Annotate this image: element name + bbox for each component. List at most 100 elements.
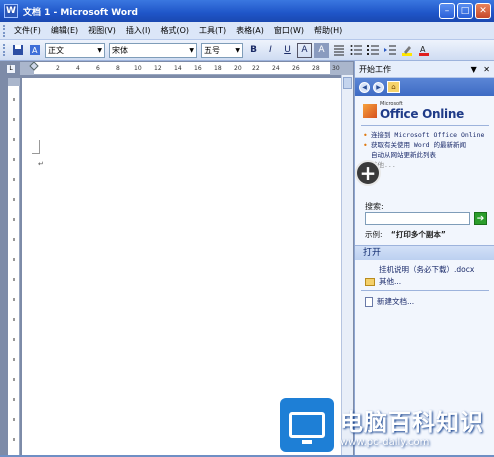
minimize-button[interactable]: – bbox=[439, 3, 455, 19]
example-value: “打印多个副本” bbox=[390, 230, 446, 239]
style-value: 正文 bbox=[48, 45, 64, 55]
vertical-ruler-ticks bbox=[8, 78, 20, 441]
search-label: 搜索: bbox=[365, 202, 384, 211]
menu-bar: 文件(F) 编辑(E) 视图(V) 插入(I) 格式(O) 工具(T) 表格(A… bbox=[0, 22, 494, 40]
styles-pane-icon[interactable]: A bbox=[27, 43, 42, 58]
forward-icon[interactable]: ▶ bbox=[373, 81, 384, 93]
window-title: 文档 1 - Microsoft Word bbox=[23, 7, 138, 18]
ruler-tick: 26 bbox=[292, 65, 300, 72]
underline-button[interactable]: U bbox=[280, 43, 295, 58]
task-pane-header[interactable]: 开始工作 ▼ ✕ bbox=[355, 61, 494, 78]
tab-selector[interactable]: L bbox=[6, 64, 16, 74]
task-pane-nav: ◀ ▶ ⌂ bbox=[355, 78, 494, 96]
back-icon[interactable]: ◀ bbox=[359, 81, 370, 93]
char-border-button[interactable]: A bbox=[297, 42, 312, 58]
search-example: 示例: “打印多个副本” bbox=[365, 229, 446, 240]
maximize-button[interactable]: □ bbox=[457, 3, 473, 19]
watermark-logo bbox=[280, 398, 334, 452]
style-select[interactable]: 正文 ▼ bbox=[45, 42, 105, 58]
link-more[interactable]: 其他... bbox=[371, 161, 489, 170]
menu-view[interactable]: 视图(V) bbox=[83, 25, 121, 36]
numbered-list-icon[interactable] bbox=[348, 43, 363, 58]
ruler-tick: 10 bbox=[134, 65, 142, 72]
align-justify-icon[interactable] bbox=[331, 43, 346, 58]
font-color-icon[interactable]: A bbox=[416, 43, 431, 58]
window-controls: – □ ✕ bbox=[439, 3, 491, 19]
vertical-ruler[interactable] bbox=[8, 78, 20, 455]
folder-icon bbox=[365, 277, 375, 286]
italic-button[interactable]: I bbox=[263, 43, 278, 58]
online-links: • 连接到 Microsoft Office Online • 获取有关使用 W… bbox=[363, 131, 489, 171]
menu-table[interactable]: 表格(A) bbox=[231, 25, 269, 36]
menu-insert[interactable]: 插入(I) bbox=[121, 25, 156, 36]
office-logo-big: Office Online bbox=[380, 107, 464, 121]
link-row[interactable]: • 连接到 Microsoft Office Online bbox=[363, 131, 489, 140]
new-document-icon bbox=[365, 296, 373, 307]
menu-tools[interactable]: 工具(T) bbox=[194, 25, 231, 36]
ruler-tick: 12 bbox=[154, 65, 162, 72]
link-latest-news[interactable]: 获取有关使用 Word 的最新新闻 bbox=[371, 141, 489, 150]
ruler-tick: 22 bbox=[252, 65, 260, 72]
ruler-tick: 2 bbox=[56, 65, 60, 72]
open-section-header: 打开 bbox=[355, 245, 494, 260]
link-auto-update[interactable]: 自动从网站更新此列表 bbox=[371, 151, 489, 160]
word-app-icon: W bbox=[4, 4, 18, 18]
highlight-icon[interactable] bbox=[399, 43, 414, 58]
menu-file[interactable]: 文件(F) bbox=[9, 25, 46, 36]
menu-window[interactable]: 窗口(W) bbox=[269, 25, 309, 36]
bold-button[interactable]: B bbox=[246, 43, 261, 58]
margin-corner-mark bbox=[32, 140, 40, 154]
ruler-tick: 14 bbox=[174, 65, 182, 72]
search-input[interactable] bbox=[365, 212, 470, 225]
ruler-tick: 18 bbox=[214, 65, 222, 72]
scrollbar-thumb[interactable] bbox=[343, 77, 352, 89]
menu-format[interactable]: 格式(O) bbox=[155, 25, 194, 36]
chevron-down-icon: ▼ bbox=[189, 46, 194, 54]
recent-doc-link[interactable]: 挂机说明（务必下载）.docx bbox=[379, 264, 474, 275]
menu-help[interactable]: 帮助(H) bbox=[309, 25, 347, 36]
horizontal-ruler[interactable]: 2 4 6 8 10 12 14 16 18 20 22 24 26 28 30 bbox=[20, 62, 353, 75]
monitor-icon bbox=[289, 412, 325, 444]
menu-edit[interactable]: 编辑(E) bbox=[46, 25, 83, 36]
bullet-icon: • bbox=[363, 131, 368, 140]
ruler-tick: 16 bbox=[194, 65, 202, 72]
ruler-tick: 28 bbox=[312, 65, 320, 72]
svg-text:A: A bbox=[32, 46, 38, 55]
char-shading-button[interactable]: A bbox=[314, 42, 329, 58]
home-icon[interactable]: ⌂ bbox=[387, 81, 400, 93]
font-value: 宋体 bbox=[112, 45, 128, 55]
indent-icon[interactable] bbox=[382, 43, 397, 58]
watermark-text: 电脑百科知识 www.pc-daily.com bbox=[340, 403, 484, 448]
close-icon[interactable]: ✕ bbox=[483, 65, 490, 74]
formatting-toolbar: A 正文 ▼ 宋体 ▼ 五号 ▼ B I U A A A bbox=[0, 40, 494, 61]
bullet-icon: • bbox=[363, 141, 368, 150]
menu-grip-icon[interactable] bbox=[3, 24, 6, 37]
title-bar: W 文档 1 - Microsoft Word – □ ✕ bbox=[0, 0, 494, 22]
close-button[interactable]: ✕ bbox=[475, 3, 491, 19]
new-document-link[interactable]: 新建文档... bbox=[365, 296, 414, 307]
open-other-link[interactable]: 其他... bbox=[365, 276, 401, 287]
office-online-logo[interactable]: Microsoft Office Online bbox=[363, 101, 464, 121]
chevron-down-icon: ▼ bbox=[235, 46, 240, 54]
watermark: 电脑百科知识 www.pc-daily.com bbox=[280, 395, 494, 455]
link-row[interactable]: 自动从网站更新此列表 bbox=[363, 151, 489, 160]
chevron-down-icon[interactable]: ▼ bbox=[471, 65, 477, 74]
svg-text:A: A bbox=[420, 45, 426, 54]
link-connect-online[interactable]: 连接到 Microsoft Office Online bbox=[371, 131, 489, 140]
ruler-tick: 8 bbox=[116, 65, 120, 72]
link-row[interactable]: 其他... bbox=[363, 161, 489, 170]
open-other-label: 其他... bbox=[379, 277, 402, 286]
save-icon[interactable] bbox=[10, 43, 25, 58]
search-go-button[interactable]: ➔ bbox=[474, 212, 487, 225]
link-row[interactable]: • 获取有关使用 Word 的最新新闻 bbox=[363, 141, 489, 150]
example-label: 示例: bbox=[365, 230, 383, 239]
office-icon bbox=[363, 104, 377, 118]
new-document-label: 新建文档... bbox=[377, 297, 415, 306]
font-size-select[interactable]: 五号 ▼ bbox=[201, 42, 243, 58]
ruler-tick: 20 bbox=[234, 65, 242, 72]
bullet-list-icon[interactable] bbox=[365, 43, 380, 58]
plus-overlay-icon[interactable]: + bbox=[355, 160, 381, 186]
toolbar-grip-icon[interactable] bbox=[3, 44, 6, 56]
font-select[interactable]: 宋体 ▼ bbox=[109, 42, 197, 58]
divider bbox=[361, 125, 489, 126]
